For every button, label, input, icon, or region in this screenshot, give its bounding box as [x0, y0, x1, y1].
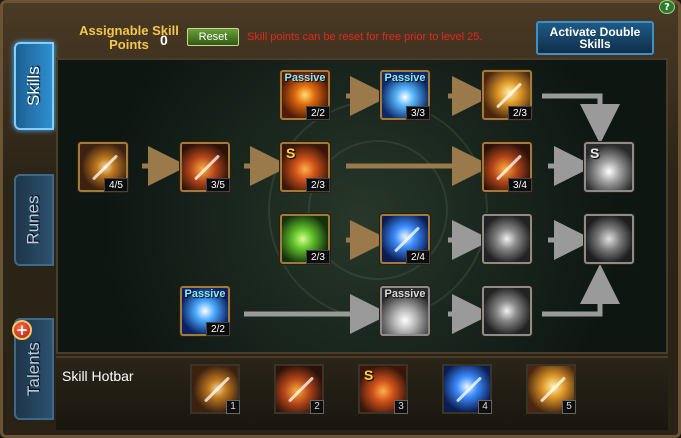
- skill-ice-flare[interactable]: Passive 3/3: [380, 70, 430, 120]
- arrow-r3-3: [542, 264, 620, 317]
- skill-fire-swirl[interactable]: S 2/3: [280, 142, 330, 192]
- spear-icon: [91, 154, 119, 181]
- skill-ice-spear[interactable]: 2/4: [380, 214, 430, 264]
- golden-spear-icon: [495, 82, 523, 109]
- slot-number: 1: [226, 400, 240, 414]
- tab-skills-label: Skills: [24, 66, 44, 106]
- s-badge: S: [286, 145, 296, 161]
- talent-plus-icon[interactable]: +: [12, 320, 32, 340]
- skill-header: Assignable Skill Points 0 Reset Skill po…: [56, 18, 668, 56]
- skill-poison[interactable]: 2/3: [280, 214, 330, 264]
- slot-number: 4: [478, 400, 492, 414]
- passive-tag: Passive: [384, 288, 426, 300]
- skill-level: 2/3: [508, 106, 532, 120]
- skill-gray-rune[interactable]: [584, 214, 634, 264]
- hotbar-slot-1[interactable]: 1: [190, 364, 240, 414]
- tab-skills[interactable]: Skills: [14, 42, 54, 130]
- skill-spear[interactable]: 4/5: [78, 142, 128, 192]
- help-icon[interactable]: ?: [659, 0, 675, 14]
- hotbar-slot-5[interactable]: 5: [526, 364, 576, 414]
- skill-gray-shockwave[interactable]: S: [584, 142, 634, 192]
- tab-talents-label: Talents: [24, 342, 43, 396]
- hotbar-slot-4[interactable]: 4: [442, 364, 492, 414]
- golden-spear-icon: [539, 376, 567, 403]
- s-badge: S: [364, 367, 374, 383]
- skill-golden-spear[interactable]: 2/3: [482, 70, 532, 120]
- hotbar-slot-3[interactable]: S 3: [358, 364, 408, 414]
- skill-blue-flare[interactable]: Passive 2/2: [180, 286, 230, 336]
- hotbar-label: Skill Hotbar: [62, 368, 134, 384]
- spear-icon: [203, 376, 231, 403]
- skill-level: 3/3: [406, 106, 430, 120]
- skill-arrow-volley[interactable]: 3/5: [180, 142, 230, 192]
- skill-level: 4/5: [104, 178, 128, 192]
- skill-tree: Passive 2/2 Passive 3/3 2/3 4/5 3/5 S 2/…: [56, 58, 668, 354]
- skill-level: 2/4: [406, 250, 430, 264]
- skill-level: 2/3: [306, 178, 330, 192]
- slot-number: 5: [562, 400, 576, 414]
- skill-level: 3/5: [206, 178, 230, 192]
- slot-number: 2: [310, 400, 324, 414]
- skill-gray-lightning[interactable]: [482, 214, 532, 264]
- tab-runes-label: Runes: [24, 195, 44, 245]
- reset-note: Skill points can be reset for free prior…: [247, 31, 483, 43]
- reset-button[interactable]: Reset: [187, 28, 239, 46]
- skill-level: 2/2: [206, 322, 230, 336]
- skill-fire-burst[interactable]: Passive 2/2: [280, 70, 330, 120]
- arrow-volley-icon: [287, 376, 315, 403]
- slot-number: 3: [394, 400, 408, 414]
- passive-tag: Passive: [384, 72, 426, 84]
- arrow-volley-icon: [193, 154, 221, 181]
- skill-level: 2/3: [306, 250, 330, 264]
- passive-tag: Passive: [184, 288, 226, 300]
- skill-level: 3/4: [508, 178, 532, 192]
- s-badge: S: [590, 145, 600, 161]
- ice-spear-icon: [393, 226, 421, 253]
- skill-hotbar: Skill Hotbar 1 2 S 3 4 5: [56, 356, 668, 430]
- skill-level: 2/2: [306, 106, 330, 120]
- skill-gray-vortex[interactable]: [482, 286, 532, 336]
- arrow-r0-3: [542, 93, 620, 144]
- skill-connectors: [142, 76, 620, 334]
- hotbar-slot-2[interactable]: 2: [274, 364, 324, 414]
- skill-flaming-arrows[interactable]: 3/4: [482, 142, 532, 192]
- flaming-arrows-icon: [495, 154, 523, 181]
- ice-spear-icon: [455, 376, 483, 403]
- activate-double-skills-button[interactable]: Activate Double Skills: [536, 21, 654, 55]
- skill-gray-explosion[interactable]: Passive: [380, 286, 430, 336]
- tab-runes[interactable]: Runes: [14, 174, 54, 266]
- assignable-points-value: 0: [160, 32, 168, 48]
- passive-tag: Passive: [284, 72, 326, 84]
